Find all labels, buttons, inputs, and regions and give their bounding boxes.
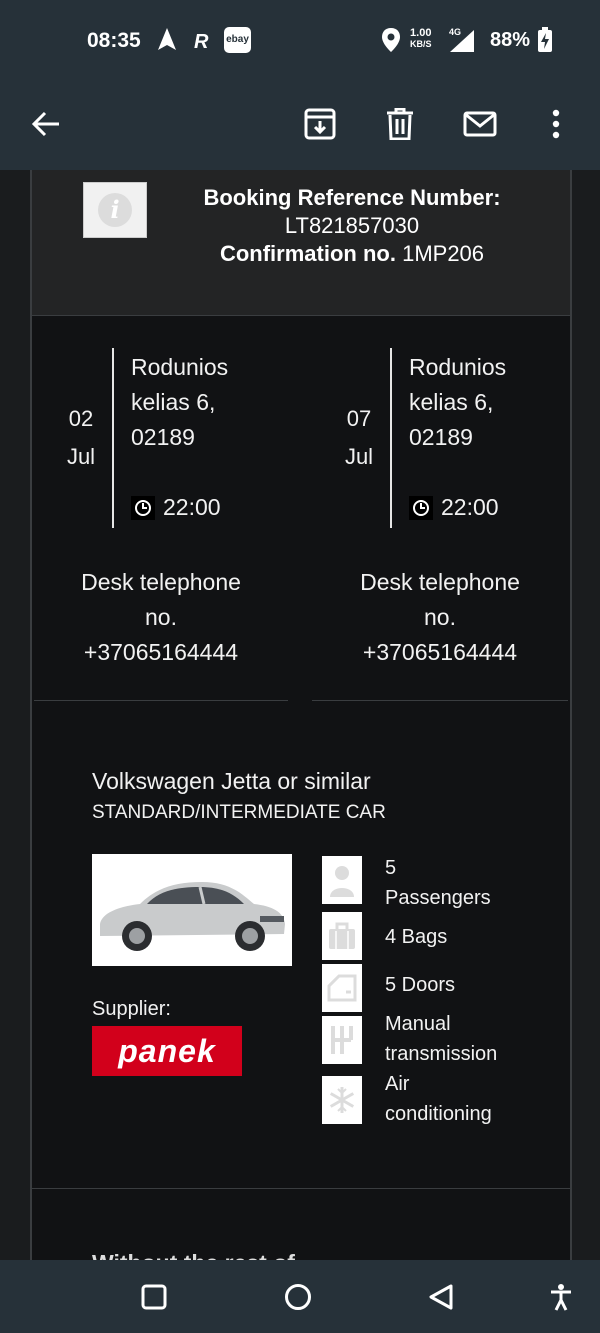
svg-text:R: R (194, 31, 209, 51)
next-section-heading: Without the rest of (92, 1250, 295, 1260)
booking-reference: Booking Reference Number: LT821857030 Co… (162, 184, 542, 268)
feature-doors: 5 Doors (385, 974, 456, 996)
network-speed: 1.00 KB/S (410, 27, 432, 50)
battery-percent: 88% (490, 29, 531, 51)
confirmation-label: Confirmation no. (219, 241, 396, 266)
app-toolbar (0, 80, 600, 170)
accessibility-icon (551, 1284, 571, 1311)
ref-label: Booking Reference Number: (203, 185, 501, 210)
dropoff-divider (390, 348, 392, 528)
car-title: Volkswagen Jetta or similar (92, 768, 371, 794)
passenger-icon (322, 856, 362, 904)
home-icon (285, 1284, 311, 1310)
section-divider (34, 700, 288, 701)
dropoff-address: Rodunios kelias 6, 02189 (409, 354, 507, 450)
clock-icon (409, 495, 433, 520)
door-icon (322, 964, 362, 1012)
archive-icon (304, 108, 336, 140)
home-button[interactable] (277, 1276, 319, 1318)
network-type: 4G (449, 27, 462, 37)
section-divider (32, 1188, 570, 1189)
booking-card: i Booking Reference Number: LT821857030 … (30, 170, 572, 1260)
info-image: i (83, 182, 147, 238)
more-options-button[interactable] (530, 98, 582, 150)
recents-icon (141, 1284, 167, 1310)
back-arrow-icon (31, 111, 59, 137)
pickup-desk-phone: Desk telephone no. +37065164444 (46, 565, 276, 670)
supplier-label: Supplier: (92, 998, 171, 1020)
pickup-time: 22:00 (131, 494, 221, 521)
ebay-icon: ebay (224, 27, 251, 53)
dropoff-time: 22:00 (409, 494, 499, 521)
dropoff-phone-link[interactable]: +37065164444 (325, 635, 555, 670)
back-triangle-icon (429, 1284, 453, 1310)
gear-shift-icon (322, 1016, 362, 1064)
dropoff-date: 07 Jul (344, 406, 374, 469)
r-app-icon: R (192, 29, 212, 56)
feature-passengers: 5 Passengers (385, 857, 491, 909)
status-time: 08:35 (87, 29, 141, 52)
section-divider (312, 700, 568, 701)
info-icon: i (98, 193, 132, 227)
trash-icon (387, 108, 413, 140)
mail-button[interactable] (454, 98, 506, 150)
status-bar: 08:35 R ebay 1.00 KB/S 4G 88% (0, 0, 600, 80)
bag-icon (322, 912, 362, 960)
recents-button[interactable] (133, 1276, 175, 1318)
location-icon (381, 27, 401, 58)
dropoff-desk-phone: Desk telephone no. +37065164444 (325, 565, 555, 670)
more-vert-icon (552, 109, 560, 139)
accessibility-button[interactable] (540, 1276, 582, 1318)
feature-transmission: Manual transmission (385, 1013, 498, 1065)
feature-air-conditioning: Air conditioning (385, 1073, 492, 1125)
system-nav-bar (0, 1260, 600, 1333)
email-content[interactable]: i Booking Reference Number: LT821857030 … (0, 170, 600, 1260)
pickup-divider (112, 348, 114, 528)
car-image (92, 854, 292, 966)
delete-button[interactable] (374, 98, 426, 150)
booking-header: i Booking Reference Number: LT821857030 … (32, 170, 570, 316)
supplier-logo: panek (92, 1026, 242, 1076)
back-nav-button[interactable] (420, 1276, 462, 1318)
battery-charging-icon (537, 27, 553, 58)
mail-icon (463, 111, 497, 137)
ref-value: LT821857030 (284, 213, 420, 238)
confirmation-value: 1MP206 (402, 241, 485, 266)
pickup-address: Rodunios kelias 6, 02189 (131, 354, 229, 450)
snowflake-icon (322, 1076, 362, 1124)
navigation-icon (157, 27, 177, 56)
car-category: STANDARD/INTERMEDIATE CAR (92, 802, 386, 823)
clock-icon (131, 495, 155, 520)
back-button[interactable] (20, 98, 72, 150)
pickup-date: 02 Jul (66, 406, 96, 469)
feature-bags: 4 Bags (385, 926, 448, 948)
pickup-phone-link[interactable]: +37065164444 (46, 635, 276, 670)
archive-button[interactable] (294, 98, 346, 150)
